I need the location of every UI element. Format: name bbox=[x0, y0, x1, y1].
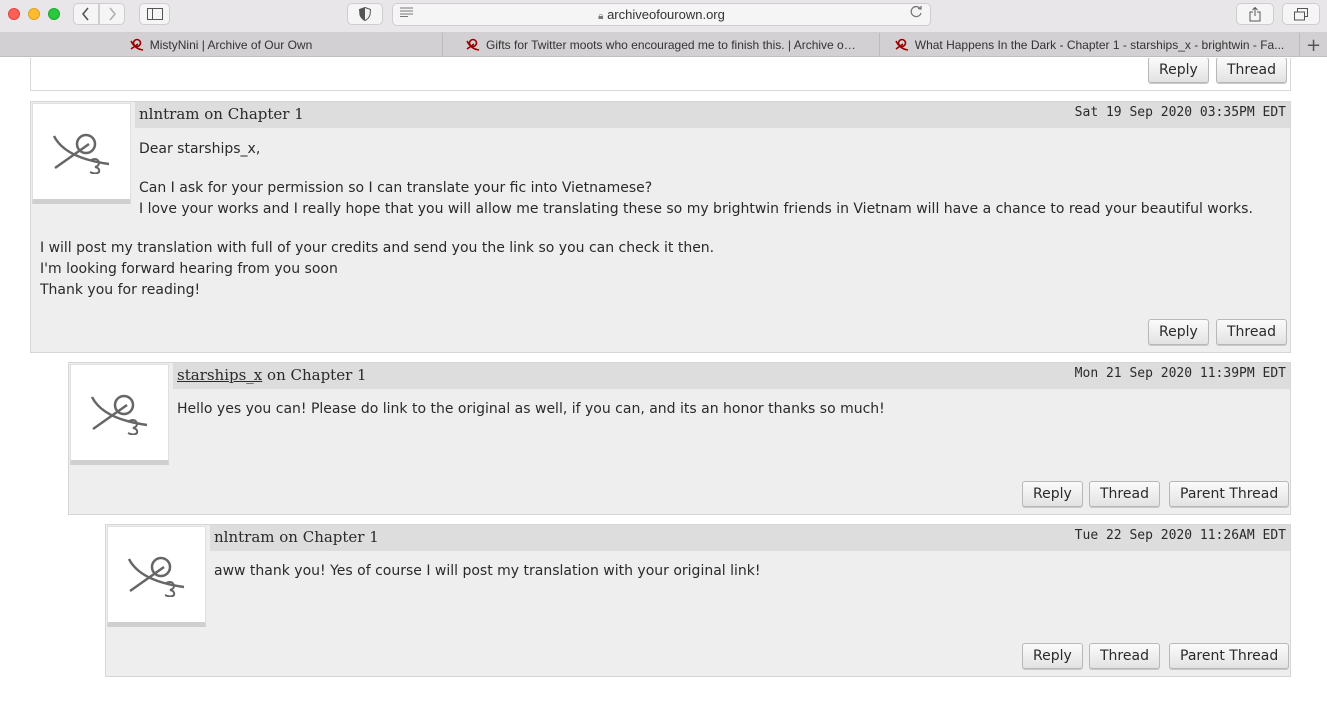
plus-icon: + bbox=[1305, 34, 1322, 56]
comment-datetime: Mon 21 Sep 2020 11:39PM EDT bbox=[1074, 366, 1286, 381]
sidebar-button[interactable] bbox=[139, 3, 170, 25]
browser-toolbar: 🔒︎ archiveofourown.org bbox=[0, 0, 1327, 33]
ao3-logo-icon bbox=[466, 38, 480, 51]
sidebar-icon bbox=[146, 8, 163, 20]
chapter-reference: on Chapter 1 bbox=[199, 105, 304, 123]
comment-text: Hello yes you can! Please do link to the… bbox=[177, 401, 885, 417]
tab-mistynini[interactable]: MistyNini | Archive of Our Own bbox=[0, 33, 443, 57]
reply-button[interactable]: Reply bbox=[1148, 319, 1209, 345]
tab-gifts-for-twitter[interactable]: Gifts for Twitter moots who encouraged m… bbox=[443, 33, 880, 57]
privacy-shield-icon bbox=[359, 7, 371, 21]
new-tab-button[interactable]: + bbox=[1300, 33, 1327, 57]
comment-heading: starships_x on Chapter 1 Mon 21 Sep 2020… bbox=[173, 363, 1290, 389]
comment-reply: starships_x on Chapter 1 Mon 21 Sep 2020… bbox=[68, 362, 1291, 515]
tab-overview-icon bbox=[1294, 7, 1308, 20]
author-name: nlntram bbox=[139, 105, 200, 123]
minimize-window-button[interactable] bbox=[28, 8, 40, 20]
reload-icon[interactable] bbox=[909, 5, 923, 19]
comment-text: Can I ask for your permission so I can t… bbox=[139, 180, 653, 196]
avatar[interactable] bbox=[107, 526, 206, 627]
comment-datetime: Sat 19 Sep 2020 03:35PM EDT bbox=[1074, 105, 1286, 120]
thread-button[interactable]: Thread bbox=[1089, 643, 1160, 669]
thread-button[interactable]: Thread bbox=[1216, 58, 1287, 83]
comment-reply: nlntram on Chapter 1 Tue 22 Sep 2020 11:… bbox=[105, 524, 1291, 677]
comment-byline: nlntram on Chapter 1 bbox=[214, 528, 379, 546]
author-link[interactable]: starships_x bbox=[177, 366, 262, 384]
thread-button[interactable]: Thread bbox=[1089, 481, 1160, 507]
comment-datetime: Tue 22 Sep 2020 11:26AM EDT bbox=[1074, 528, 1286, 543]
url-display: 🔒︎ archiveofourown.org bbox=[393, 7, 930, 22]
chapter-reference: on Chapter 1 bbox=[262, 366, 367, 384]
share-button[interactable] bbox=[1236, 3, 1274, 25]
comment-text: Dear starships_x, bbox=[139, 141, 261, 157]
tab-label: What Happens In the Dark - Chapter 1 - s… bbox=[914, 38, 1285, 52]
comment-text: I'm looking forward hearing from you soo… bbox=[40, 261, 338, 277]
comment: nlntram on Chapter 1 Sat 19 Sep 2020 03:… bbox=[30, 101, 1291, 353]
thread-button[interactable]: Thread bbox=[1216, 319, 1287, 345]
privacy-report-button[interactable] bbox=[347, 3, 383, 25]
chevron-left-icon bbox=[81, 7, 89, 21]
page-content: Reply Thread nlntram on Chapter 1 Sat 19… bbox=[0, 58, 1327, 714]
tab-bar: MistyNini | Archive of Our Own Gifts for… bbox=[0, 33, 1327, 57]
comment-text: I love your works and I really hope that… bbox=[139, 201, 1253, 217]
avatar[interactable] bbox=[32, 103, 131, 204]
ao3-logo-icon bbox=[895, 38, 908, 51]
tab-overview-button[interactable] bbox=[1282, 3, 1320, 25]
reply-button[interactable]: Reply bbox=[1022, 643, 1083, 669]
comment-text: aww thank you! Yes of course I will post… bbox=[214, 563, 761, 579]
comment-text: Thank you for reading! bbox=[40, 282, 201, 298]
forward-button[interactable] bbox=[99, 3, 125, 25]
back-button[interactable] bbox=[73, 3, 99, 25]
ao3-default-avatar-icon bbox=[127, 556, 184, 597]
previous-comment: Reply Thread bbox=[30, 58, 1291, 91]
chapter-reference: on Chapter 1 bbox=[274, 528, 379, 546]
chevron-right-icon bbox=[109, 7, 117, 21]
comment-heading: nlntram on Chapter 1 Sat 19 Sep 2020 03:… bbox=[135, 102, 1290, 128]
tab-label: MistyNini | Archive of Our Own bbox=[149, 38, 313, 52]
comment-text: I will post my translation with full of … bbox=[40, 240, 715, 256]
address-bar[interactable]: 🔒︎ archiveofourown.org bbox=[392, 3, 931, 26]
ao3-default-avatar-icon bbox=[52, 133, 109, 174]
parent-thread-button[interactable]: Parent Thread bbox=[1169, 481, 1290, 507]
close-window-button[interactable] bbox=[8, 8, 20, 20]
comment-byline: nlntram on Chapter 1 bbox=[139, 105, 304, 123]
comment-heading: nlntram on Chapter 1 Tue 22 Sep 2020 11:… bbox=[210, 525, 1290, 551]
tab-label: Gifts for Twitter moots who encouraged m… bbox=[486, 38, 856, 52]
ao3-default-avatar-icon bbox=[90, 394, 147, 435]
author-name: nlntram bbox=[214, 528, 275, 546]
reply-button[interactable]: Reply bbox=[1022, 481, 1083, 507]
reply-button[interactable]: Reply bbox=[1148, 58, 1209, 83]
url-text: archiveofourown.org bbox=[607, 7, 725, 22]
avatar[interactable] bbox=[70, 364, 169, 465]
tab-what-happens-in-the-dark[interactable]: What Happens In the Dark - Chapter 1 - s… bbox=[880, 33, 1300, 57]
comment-byline: starships_x on Chapter 1 bbox=[177, 366, 367, 384]
ao3-logo-icon bbox=[130, 38, 143, 51]
zoom-window-button[interactable] bbox=[48, 8, 60, 20]
lock-icon: 🔒︎ bbox=[598, 11, 604, 22]
parent-thread-button[interactable]: Parent Thread bbox=[1169, 643, 1290, 669]
share-icon bbox=[1249, 6, 1261, 21]
